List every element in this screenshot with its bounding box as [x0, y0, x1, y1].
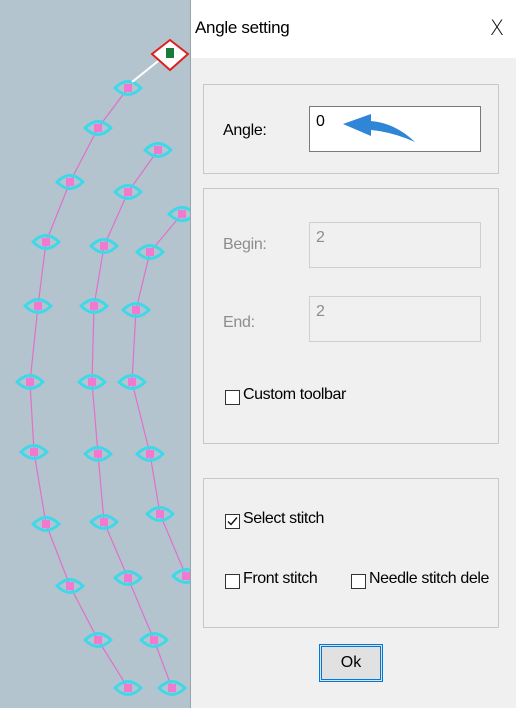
- angle-label: Angle:: [223, 122, 267, 139]
- stitch-point: [134, 244, 166, 260]
- needle-stitch-delete-checkbox[interactable]: [351, 574, 366, 589]
- begin-input[interactable]: 2: [309, 222, 481, 268]
- stitch-point: [138, 632, 170, 648]
- selected-stitch-marker[interactable]: [150, 38, 190, 72]
- checkmark-icon: [227, 517, 238, 526]
- needle-stitch-delete-label: Needle stitch dele: [369, 570, 489, 587]
- stitch-point: [88, 238, 120, 254]
- stitch-point: [156, 680, 188, 696]
- front-stitch-label: Front stitch: [243, 570, 318, 587]
- stitch-point: [54, 578, 86, 594]
- stitch-point: [82, 632, 114, 648]
- stitch-point: [144, 506, 176, 522]
- stitch-canvas-drawing: [14, 38, 190, 696]
- stitch-point: [142, 142, 174, 158]
- stitch-point: [134, 446, 166, 462]
- custom-toolbar-checkbox[interactable]: [225, 390, 240, 405]
- dialog-title: Angle setting: [195, 18, 290, 37]
- arrow-pointer-icon: [343, 114, 415, 142]
- front-stitch-checkbox[interactable]: [225, 574, 240, 589]
- select-stitch-label: Select stitch: [243, 510, 325, 527]
- stitch-point: [54, 174, 86, 190]
- select-stitch-checkbox[interactable]: [225, 514, 240, 529]
- stitch-canvas[interactable]: [0, 0, 190, 708]
- stitch-point: [112, 80, 144, 96]
- angle-setting-dialog: Angle setting X Angle: 0 Begin: 2 End: 2…: [190, 0, 516, 708]
- custom-toolbar-label: Custom toolbar: [243, 386, 346, 403]
- stitch-path: [91, 149, 173, 689]
- stitch-point: [170, 568, 190, 584]
- stitch-point: [82, 120, 114, 136]
- close-icon: X: [489, 16, 505, 40]
- end-label: End:: [223, 314, 255, 331]
- close-button[interactable]: X: [477, 10, 516, 46]
- stitch-point: [112, 570, 144, 586]
- end-input[interactable]: 2: [309, 296, 481, 342]
- stitch-point: [112, 680, 144, 696]
- stitch-options-group: [203, 478, 499, 628]
- begin-label: Begin:: [223, 236, 267, 253]
- stitch-point: [166, 206, 190, 222]
- ok-button[interactable]: Ok: [319, 644, 383, 682]
- dialog-titlebar: Angle setting X: [191, 0, 516, 58]
- stitch-point: [30, 516, 62, 532]
- stitch-connector: [131, 57, 163, 83]
- stitch-point: [112, 184, 144, 200]
